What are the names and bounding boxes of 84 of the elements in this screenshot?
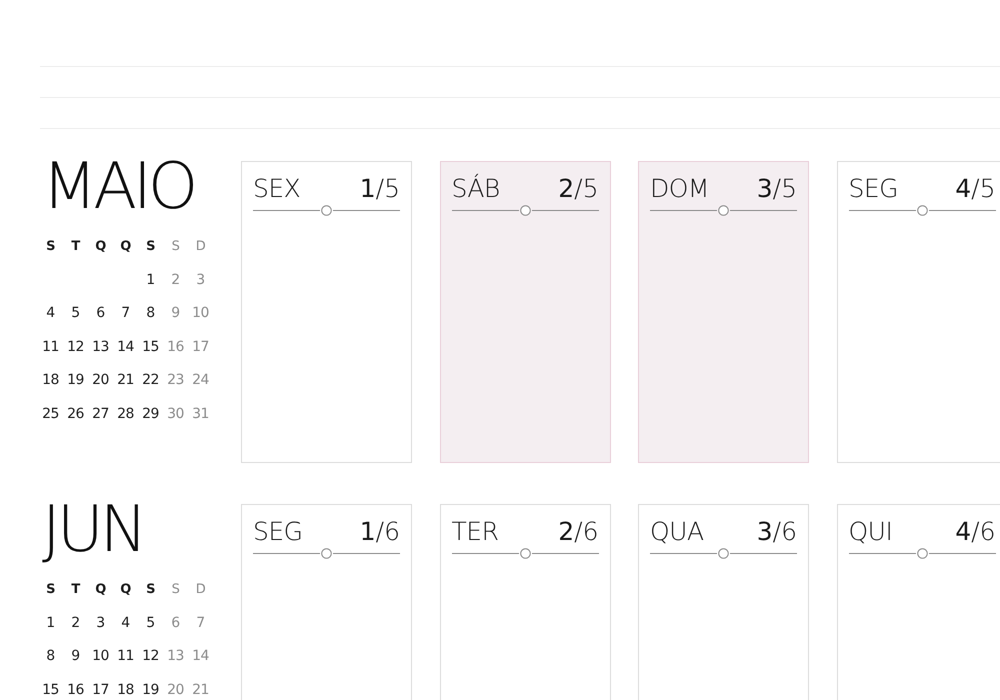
day-number: 11 bbox=[116, 647, 135, 666]
weekday-label: S bbox=[45, 238, 56, 256]
weekday-label: D bbox=[194, 238, 206, 256]
day-number: 17 bbox=[191, 338, 210, 356]
day-number: 21 bbox=[191, 680, 210, 700]
day-number: 9 bbox=[170, 304, 181, 323]
day-number: 31 bbox=[191, 404, 210, 424]
weekday-label: Q bbox=[94, 581, 107, 599]
day-number: 7 bbox=[195, 614, 206, 632]
day-name: SEX bbox=[253, 174, 300, 204]
day-number: 2 bbox=[70, 614, 81, 632]
day-number: 2 bbox=[170, 270, 181, 290]
day-number: 17 bbox=[91, 680, 110, 700]
day-number: 18 bbox=[116, 680, 135, 700]
day-number: 6 bbox=[95, 304, 106, 323]
day-number: 26 bbox=[66, 404, 85, 424]
day-number: 4 bbox=[45, 304, 56, 323]
weekday-label: S bbox=[170, 581, 180, 599]
day-number: 12 bbox=[66, 338, 85, 356]
day-number: 1 bbox=[145, 270, 156, 290]
day-name: TER bbox=[452, 517, 498, 547]
day-number: 4 bbox=[120, 614, 131, 632]
day-date: 4/6 bbox=[955, 517, 996, 547]
day-date: 2/6 bbox=[558, 517, 598, 547]
day-number: 8 bbox=[145, 304, 156, 323]
day-date: 3/6 bbox=[756, 517, 797, 547]
day-name: SÁB bbox=[452, 174, 500, 204]
weekday-label: Q bbox=[94, 238, 107, 256]
weekday-label: T bbox=[70, 238, 82, 256]
day-number: 1 bbox=[45, 614, 56, 632]
day-name: DOM bbox=[650, 174, 709, 204]
day-number: 28 bbox=[116, 404, 135, 424]
day-number: 10 bbox=[91, 647, 110, 666]
day-number: 5 bbox=[145, 614, 156, 632]
day-number: 3 bbox=[95, 614, 106, 632]
day-number: 16 bbox=[166, 338, 185, 356]
weekday-label: Q bbox=[119, 581, 132, 599]
day-date: 3/5 bbox=[756, 174, 797, 204]
day-number: 23 bbox=[166, 371, 185, 390]
day-number: 19 bbox=[66, 371, 85, 390]
day-number: 12 bbox=[141, 647, 160, 666]
day-number: 21 bbox=[116, 371, 135, 390]
day-number: 29 bbox=[141, 404, 160, 424]
weekday-label: S bbox=[145, 238, 156, 256]
weekday-label: S bbox=[145, 581, 156, 599]
day-number: 8 bbox=[45, 647, 56, 666]
day-number: 16 bbox=[66, 680, 85, 700]
day-date: 1/6 bbox=[360, 517, 400, 547]
month-title: JUN bbox=[42, 498, 144, 562]
day-number: 10 bbox=[191, 304, 210, 323]
day-number: 14 bbox=[116, 338, 135, 356]
day-number: 15 bbox=[141, 338, 160, 356]
day-number: 9 bbox=[70, 647, 81, 666]
day-date: 2/5 bbox=[558, 174, 598, 204]
day-number: 27 bbox=[91, 404, 110, 424]
day-number: 5 bbox=[70, 304, 81, 323]
day-date: 1/5 bbox=[360, 174, 400, 204]
day-number: 18 bbox=[41, 371, 60, 390]
weekday-label: Q bbox=[119, 238, 132, 256]
day-number: 22 bbox=[141, 371, 160, 390]
day-number: 13 bbox=[91, 338, 110, 356]
day-number: 24 bbox=[191, 371, 210, 390]
day-name: SEG bbox=[848, 174, 898, 204]
day-number: 20 bbox=[166, 680, 185, 700]
day-name: QUA bbox=[650, 517, 704, 547]
day-date: 4/5 bbox=[955, 174, 996, 204]
weekday-label: S bbox=[45, 581, 56, 599]
day-name: QUI bbox=[848, 517, 892, 547]
day-number: 3 bbox=[195, 270, 206, 290]
day-number: 25 bbox=[41, 404, 60, 424]
weekday-label: T bbox=[70, 581, 82, 599]
day-number: 13 bbox=[166, 647, 185, 666]
day-number: 30 bbox=[166, 404, 185, 424]
weekday-label: D bbox=[194, 581, 206, 599]
day-number: 15 bbox=[41, 680, 60, 700]
day-number: 6 bbox=[170, 614, 181, 632]
month-title: MAIO bbox=[42, 155, 194, 219]
day-number: 19 bbox=[141, 680, 160, 700]
day-number: 7 bbox=[120, 304, 131, 323]
day-name: SEG bbox=[253, 517, 303, 547]
day-number: 20 bbox=[91, 371, 110, 390]
day-number: 11 bbox=[41, 338, 60, 356]
weekday-label: S bbox=[170, 238, 180, 256]
day-number: 14 bbox=[191, 647, 210, 666]
